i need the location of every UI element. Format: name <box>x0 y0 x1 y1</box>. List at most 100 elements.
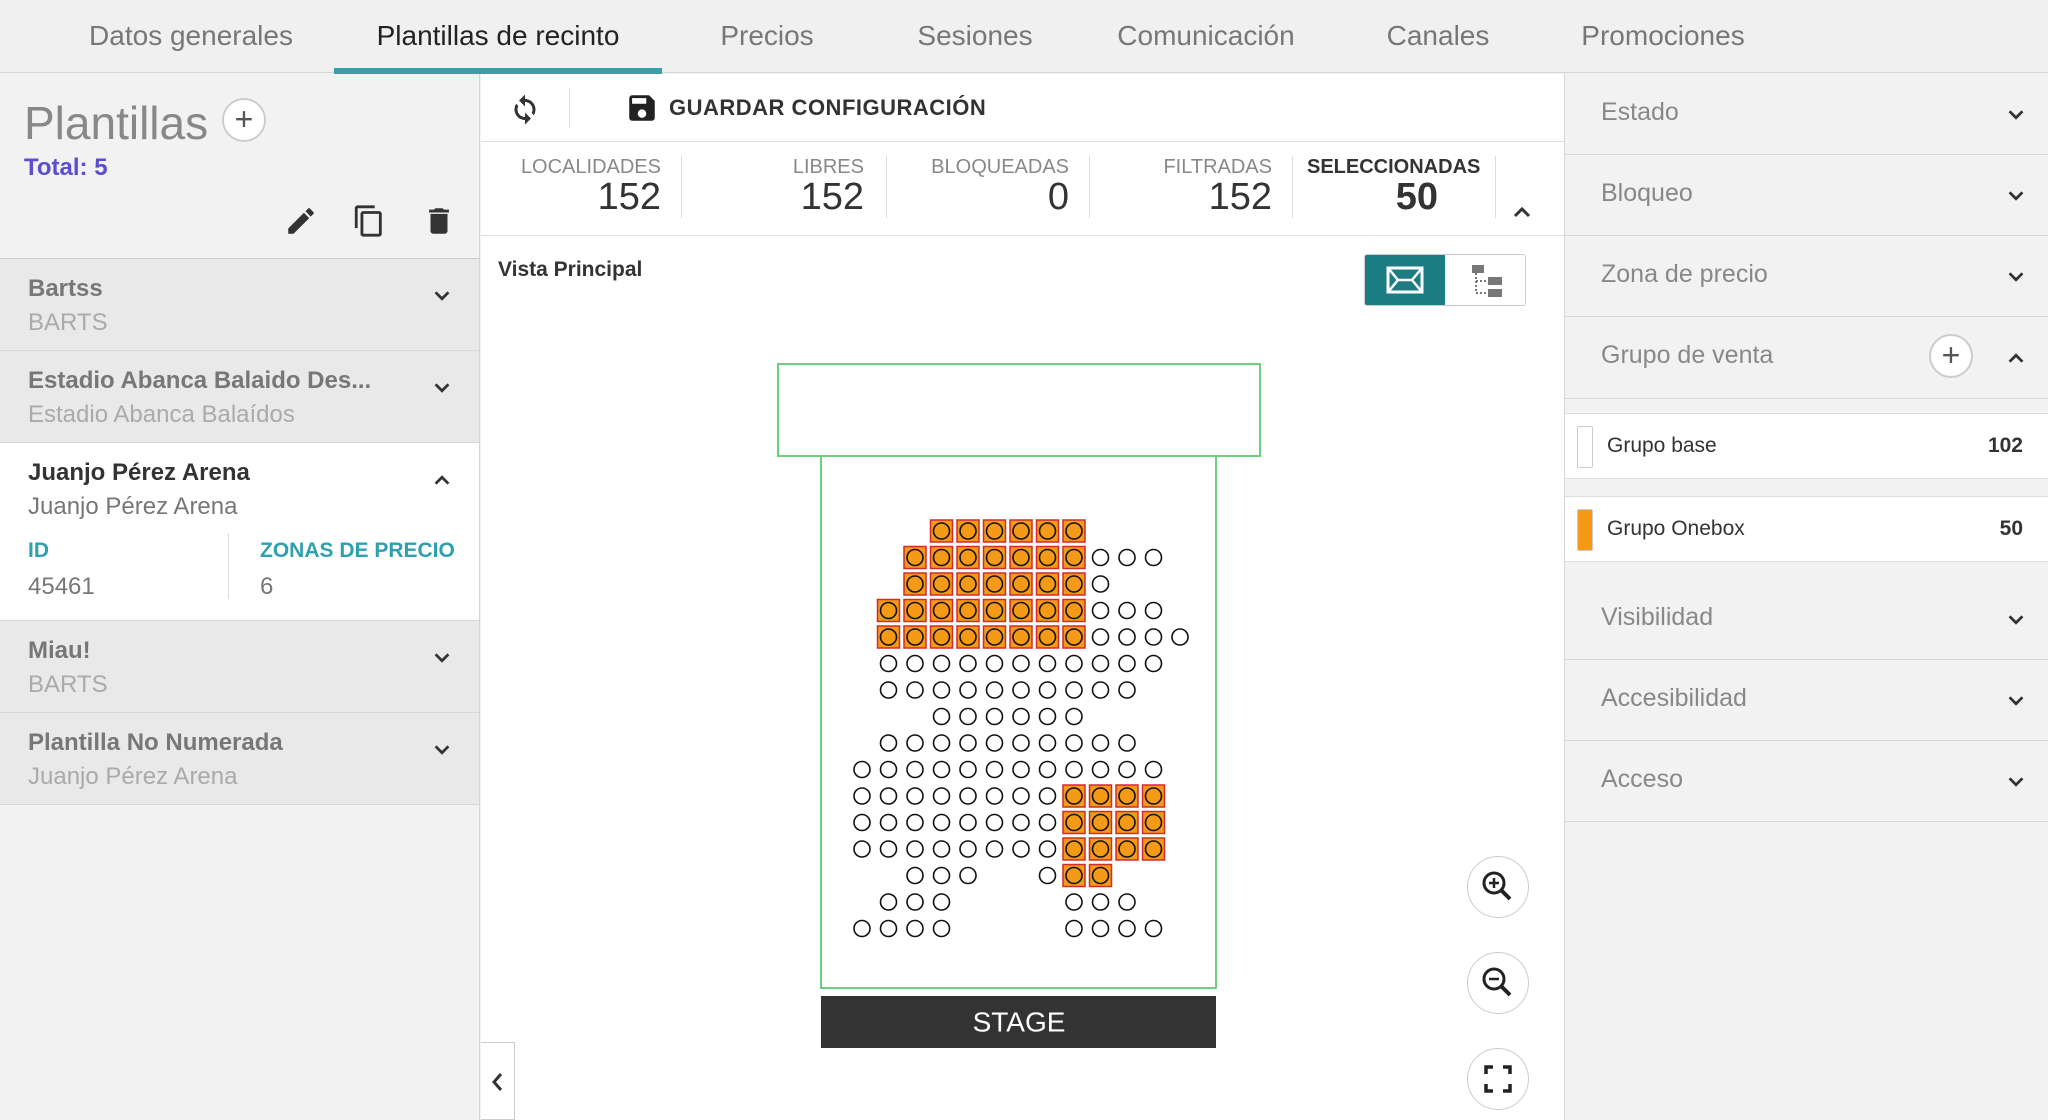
seat[interactable] <box>985 813 1004 832</box>
seat[interactable] <box>1118 681 1136 699</box>
seat-selected[interactable] <box>1065 840 1083 858</box>
seat[interactable] <box>1091 919 1110 938</box>
accordion-zona-de-precio[interactable]: Zona de precio <box>1565 236 2048 317</box>
seat[interactable] <box>853 760 871 779</box>
seat[interactable] <box>932 893 951 911</box>
tab-canales[interactable]: Canales <box>1370 0 1506 73</box>
seat[interactable] <box>932 813 951 832</box>
seat-selected[interactable] <box>1012 628 1030 646</box>
chevron-down-icon[interactable] <box>431 739 453 761</box>
seat[interactable] <box>1038 866 1057 885</box>
seat-selected[interactable] <box>1038 601 1057 620</box>
seat[interactable] <box>1091 601 1110 620</box>
delete-icon[interactable] <box>422 204 456 238</box>
seat-selected[interactable] <box>1012 522 1030 540</box>
seat[interactable] <box>1144 760 1163 779</box>
seat-selected[interactable] <box>932 548 951 567</box>
seat[interactable] <box>879 654 898 673</box>
seat[interactable] <box>1038 707 1057 726</box>
seat[interactable] <box>1065 681 1083 699</box>
seat[interactable] <box>959 707 977 726</box>
seat-selected[interactable] <box>985 601 1004 620</box>
seat-selected[interactable] <box>1065 866 1083 885</box>
seat[interactable] <box>879 893 898 911</box>
fullscreen-button[interactable] <box>1467 1048 1529 1110</box>
seat[interactable] <box>1038 760 1057 779</box>
seat[interactable] <box>1012 681 1030 699</box>
tab-promociones[interactable]: Promociones <box>1570 0 1756 73</box>
seat[interactable] <box>1038 654 1057 673</box>
seat[interactable] <box>906 681 924 699</box>
seat-selected[interactable] <box>1065 628 1083 646</box>
accordion-estado[interactable]: Estado <box>1565 74 2048 155</box>
seat[interactable] <box>932 840 951 858</box>
seat[interactable] <box>1091 575 1110 593</box>
seat[interactable] <box>879 840 898 858</box>
seat-selected[interactable] <box>1065 601 1083 620</box>
copy-icon[interactable] <box>352 204 386 238</box>
seat-selected[interactable] <box>959 522 977 540</box>
template-item-estadio-abanca[interactable]: Estadio Abanca Balaido Des... Estadio Ab… <box>0 351 479 443</box>
seat-selected[interactable] <box>1038 575 1057 593</box>
seat-selected[interactable] <box>1144 813 1163 832</box>
add-sales-group-button[interactable]: + <box>1929 334 1973 378</box>
seat-selected[interactable] <box>1012 575 1030 593</box>
seat[interactable] <box>1118 601 1136 620</box>
zoom-in-button[interactable] <box>1467 856 1529 918</box>
seat-selected[interactable] <box>1065 522 1083 540</box>
tab-datos-generales[interactable]: Datos generales <box>66 0 316 73</box>
seat-selected[interactable] <box>985 548 1004 567</box>
seat-selected[interactable] <box>879 601 898 620</box>
tab-precios[interactable]: Precios <box>696 0 838 73</box>
tab-plantillas-de-recinto[interactable]: Plantillas de recinto <box>334 0 662 74</box>
seat[interactable] <box>959 654 977 673</box>
seat-selected[interactable] <box>932 628 951 646</box>
seat[interactable] <box>1144 548 1163 567</box>
seat[interactable] <box>1171 628 1189 646</box>
seat[interactable] <box>1065 919 1083 938</box>
add-template-button[interactable]: + <box>222 98 266 142</box>
template-item-bartss[interactable]: Bartss BARTS <box>0 259 479 351</box>
seat[interactable] <box>1091 893 1110 911</box>
seat[interactable] <box>985 654 1004 673</box>
seat-selected[interactable] <box>879 628 898 646</box>
seat[interactable] <box>1144 628 1163 646</box>
seat[interactable] <box>985 840 1004 858</box>
sales-group-row[interactable]: Grupo base 102 <box>1565 413 2048 479</box>
seat-selected[interactable] <box>959 601 977 620</box>
seat[interactable] <box>932 734 951 752</box>
seat-selected[interactable] <box>1091 866 1110 885</box>
seat[interactable] <box>959 840 977 858</box>
seat-selected[interactable] <box>1038 522 1057 540</box>
seat-selected[interactable] <box>1118 840 1136 858</box>
seat-selected[interactable] <box>932 601 951 620</box>
seat-selected[interactable] <box>1065 813 1083 832</box>
seat[interactable] <box>906 840 924 858</box>
chevron-up-icon[interactable] <box>431 469 453 491</box>
seat-selected[interactable] <box>1065 575 1083 593</box>
seat[interactable] <box>959 866 977 885</box>
seat[interactable] <box>1118 654 1136 673</box>
seat-selected[interactable] <box>1012 548 1030 567</box>
seat-selected[interactable] <box>1065 548 1083 567</box>
seat[interactable] <box>985 681 1004 699</box>
seat[interactable] <box>853 919 871 938</box>
seat[interactable] <box>853 840 871 858</box>
seat[interactable] <box>1118 734 1136 752</box>
seat-selected[interactable] <box>906 601 924 620</box>
seat[interactable] <box>906 787 924 805</box>
seat-selected[interactable] <box>906 575 924 593</box>
seat[interactable] <box>959 813 977 832</box>
zoom-out-button[interactable] <box>1467 952 1529 1014</box>
seat-selected[interactable] <box>906 628 924 646</box>
accordion-visibilidad[interactable]: Visibilidad <box>1565 579 2048 660</box>
sales-group-row[interactable]: Grupo Onebox 50 <box>1565 496 2048 562</box>
template-item-miau[interactable]: Miau! BARTS <box>0 621 479 713</box>
seat[interactable] <box>1065 734 1083 752</box>
seat-selected[interactable] <box>959 575 977 593</box>
seat[interactable] <box>1012 760 1030 779</box>
seat[interactable] <box>959 787 977 805</box>
accordion-accesibilidad[interactable]: Accesibilidad <box>1565 660 2048 741</box>
seat[interactable] <box>1091 628 1110 646</box>
seat[interactable] <box>906 813 924 832</box>
